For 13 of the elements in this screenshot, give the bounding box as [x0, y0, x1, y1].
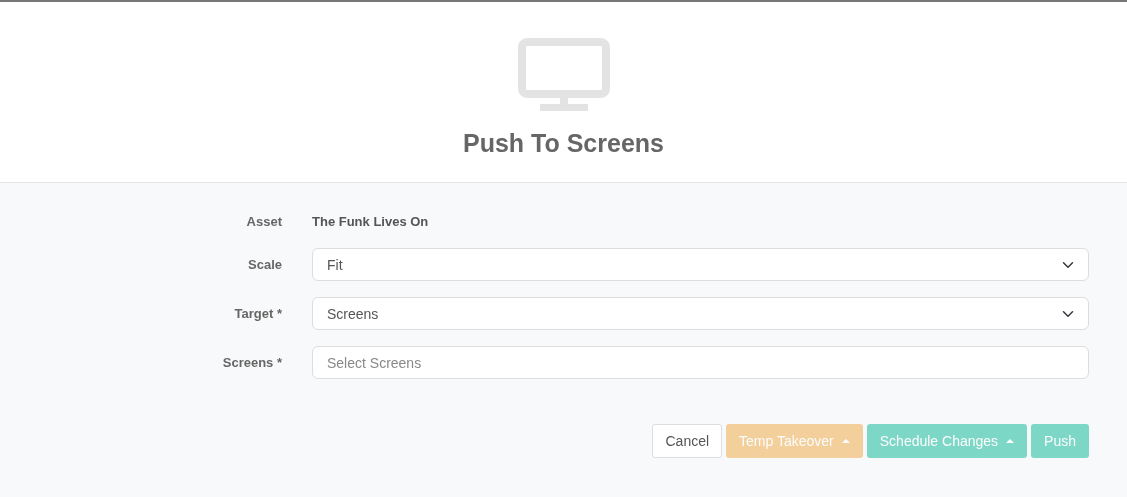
- caret-icon: [1006, 439, 1015, 443]
- dialog-title: Push To Screens: [463, 128, 664, 158]
- asset-name: The Funk Lives On: [312, 214, 429, 229]
- select-field[interactable]: Screens: [312, 297, 1089, 330]
- field-label: Asset: [246, 213, 282, 229]
- input-field[interactable]: Select Screens: [312, 346, 1089, 379]
- field-label: Scale: [248, 256, 282, 272]
- caret-icon: [841, 439, 850, 443]
- action-button[interactable]: Cancel: [652, 424, 723, 458]
- field-label: Screens *: [222, 354, 282, 370]
- select-field[interactable]: Fit: [312, 248, 1089, 281]
- field-label: Target *: [234, 305, 282, 321]
- monitor-icon: [517, 38, 610, 112]
